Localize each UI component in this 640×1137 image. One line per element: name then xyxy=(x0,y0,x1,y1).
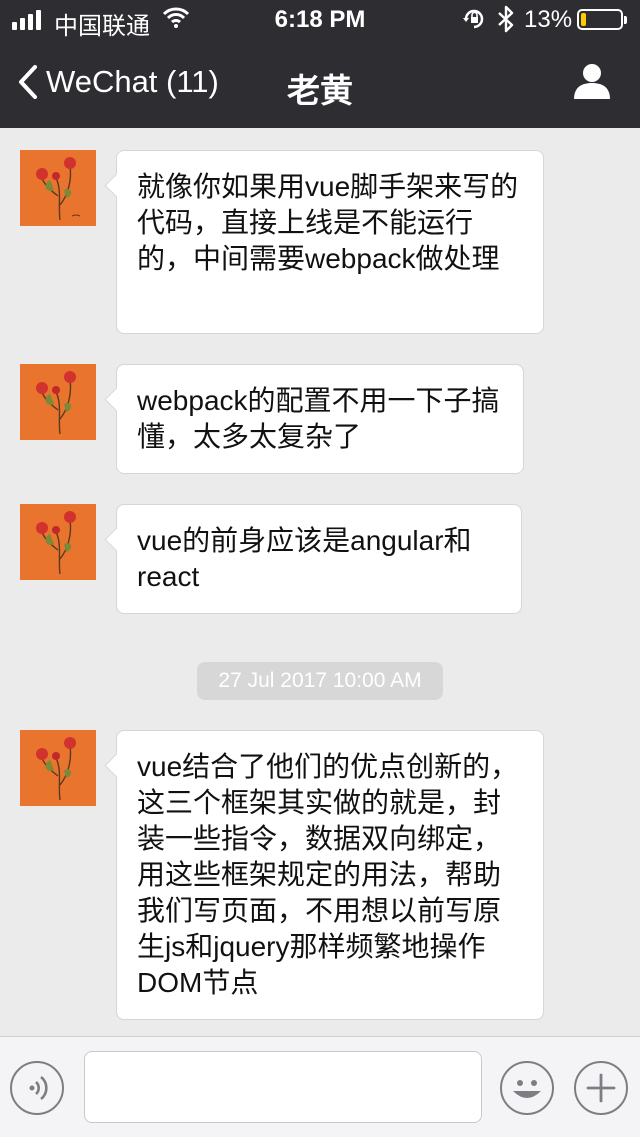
flower-avatar-icon xyxy=(20,730,96,806)
message-text: 就像你如果用vue脚手架来写的代码，直接上线是不能运行的，中间需要webpack… xyxy=(137,171,519,274)
emoji-icon xyxy=(513,1080,541,1098)
battery-icon xyxy=(577,9,627,30)
message-text: vue结合了他们的优点创新的，这三个框架其实做的就是，封装一些指令，数据双向绑定… xyxy=(137,751,519,998)
voice-icon xyxy=(29,1075,48,1101)
flower-avatar-icon xyxy=(20,150,96,226)
timestamp-divider: 27 Jul 2017 10:00 AM xyxy=(197,662,443,700)
message-bubble[interactable]: vue的前身应该是angular和react xyxy=(116,504,522,614)
top-bar: 中国联通 6:18 PM 13% WeChat (11) 老黄 xyxy=(0,0,640,128)
battery-percent: 13% xyxy=(524,6,573,33)
voice-button[interactable] xyxy=(10,1061,64,1115)
nav-bar: WeChat (11) 老黄 xyxy=(0,40,640,128)
more-button[interactable] xyxy=(574,1061,628,1115)
battery-fill xyxy=(581,13,586,26)
message-bubble[interactable]: vue结合了他们的优点创新的，这三个框架其实做的就是，封装一些指令，数据双向绑定… xyxy=(116,730,544,1020)
input-bar xyxy=(0,1036,640,1137)
flower-avatar-icon xyxy=(20,504,96,580)
message-text: vue的前身应该是angular和react xyxy=(137,525,472,592)
emoji-button[interactable] xyxy=(500,1061,554,1115)
orientation-lock-icon xyxy=(463,9,484,29)
bluetooth-icon xyxy=(498,5,514,33)
profile-icon[interactable] xyxy=(572,62,612,100)
message-text: webpack的配置不用一下子搞懂，太多太复杂了 xyxy=(137,385,500,452)
avatar[interactable] xyxy=(20,364,96,440)
message-input[interactable] xyxy=(84,1051,482,1123)
avatar[interactable] xyxy=(20,150,96,226)
avatar[interactable] xyxy=(20,504,96,580)
plus-icon xyxy=(586,1073,616,1103)
chat-title: 老黄 xyxy=(287,72,353,109)
message-bubble[interactable]: webpack的配置不用一下子搞懂，太多太复杂了 xyxy=(116,364,524,474)
avatar[interactable] xyxy=(20,730,96,806)
status-bar: 中国联通 6:18 PM 13% xyxy=(0,0,640,40)
flower-avatar-icon xyxy=(20,364,96,440)
message-bubble[interactable]: 就像你如果用vue脚手架来写的代码，直接上线是不能运行的，中间需要webpack… xyxy=(116,150,544,334)
